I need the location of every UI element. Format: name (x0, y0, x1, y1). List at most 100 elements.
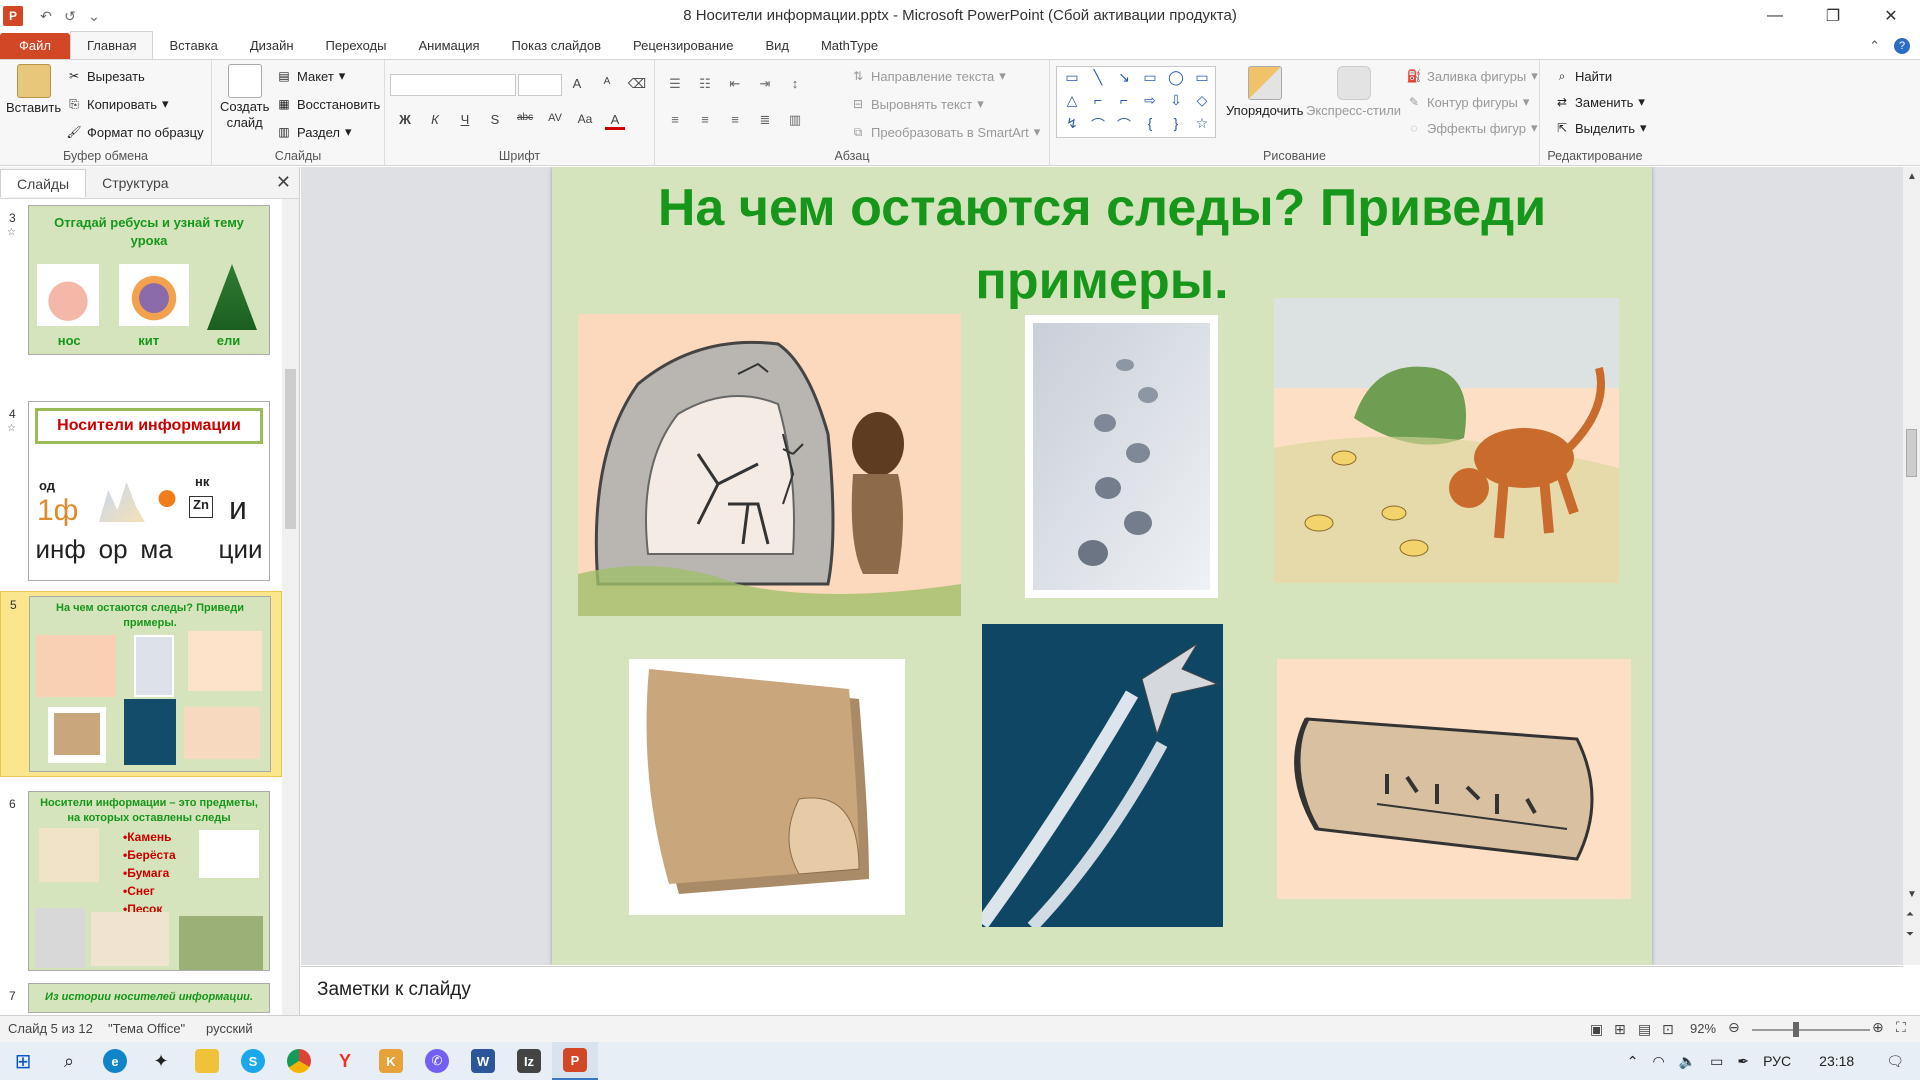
tab-view[interactable]: Вид (749, 33, 805, 59)
font-name-combo[interactable] (390, 74, 516, 96)
strikethrough-button[interactable]: abc (515, 112, 535, 130)
tab-file[interactable]: Файл (0, 33, 70, 59)
scroll-up-icon[interactable]: ▲ (1907, 171, 1917, 182)
shape-rectangle[interactable]: ▭ (1139, 69, 1161, 91)
chrome-icon[interactable] (276, 1042, 322, 1080)
minimize-button[interactable]: — (1746, 0, 1804, 32)
slide-title[interactable]: На чем остаются следы? Приведи примеры. (582, 172, 1622, 318)
align-right-icon[interactable]: ≡ (725, 112, 745, 128)
close-panel-icon[interactable]: ✕ (276, 172, 291, 193)
search-icon[interactable]: ⌕ (46, 1042, 92, 1080)
windows-start-icon[interactable]: ⊞ (0, 1042, 46, 1080)
tab-insert[interactable]: Вставка (153, 33, 233, 59)
calculator-app-icon[interactable]: Iz (506, 1042, 552, 1080)
notifications-icon[interactable]: 🗨 (1886, 1053, 1904, 1070)
slideshow-view-icon[interactable]: ⊡ (1662, 1021, 1674, 1038)
font-color-button[interactable]: A (605, 112, 625, 130)
slide-canvas[interactable]: На чем остаются следы? Приведи примеры. (552, 167, 1652, 965)
customize-qat-icon[interactable]: ⌄ (85, 8, 103, 25)
shape-line[interactable]: ╲ (1087, 69, 1109, 91)
shrink-font-button[interactable]: A (597, 76, 617, 92)
char-spacing-button[interactable]: AV (545, 112, 565, 130)
previous-slide-icon[interactable]: ⏶ (1906, 909, 1914, 920)
shape-right-brace[interactable]: } (1165, 115, 1187, 137)
reading-view-icon[interactable]: ▤ (1638, 1021, 1651, 1038)
paste-button[interactable]: Вставить (6, 64, 61, 115)
notes-pane[interactable]: Заметки к слайду (301, 966, 1903, 1015)
tab-outline[interactable]: Структура (86, 169, 184, 197)
language-indicator[interactable]: русский (206, 1021, 253, 1036)
columns-icon[interactable]: ▥ (785, 112, 805, 128)
powerpoint-taskbar-icon[interactable]: P (552, 1042, 598, 1080)
numbering-icon[interactable]: ☷ (695, 76, 715, 92)
shape-diamond[interactable]: ◇ (1191, 92, 1213, 114)
yandex-browser-icon[interactable]: Y (322, 1042, 368, 1080)
clear-format-icon[interactable]: ⌫ (627, 76, 647, 92)
shadow-button[interactable]: S (485, 112, 505, 130)
shape-curve[interactable]: ⌒ (1113, 115, 1135, 137)
shape-fill-button[interactable]: ⛽ Заливка фигуры ▾ (1406, 68, 1538, 84)
copy-button[interactable]: ⎘ Копировать ▾ (66, 96, 168, 112)
format-painter-button[interactable]: 🖌 Формат по образцу (66, 124, 203, 140)
grow-font-button[interactable]: A (567, 76, 587, 92)
bullets-icon[interactable]: ☰ (665, 76, 685, 92)
volume-icon[interactable]: 🔈 (1679, 1053, 1696, 1070)
tab-review[interactable]: Рецензирование (617, 33, 749, 59)
reset-button[interactable]: ▦ Восстановить (276, 96, 380, 112)
select-button[interactable]: ⇱ Выделить ▾ (1554, 120, 1647, 136)
shape-elbow-arrow[interactable]: ⌐ (1113, 92, 1135, 114)
fit-to-window-icon[interactable]: ⛶ (1896, 1019, 1906, 1036)
line-spacing-icon[interactable]: ↕ (785, 76, 805, 92)
notes-placeholder[interactable]: Заметки к слайду (317, 979, 471, 1001)
new-slide-button[interactable]: Создать слайд (220, 64, 269, 130)
next-slide-icon[interactable]: ⏷ (1906, 929, 1914, 940)
replace-button[interactable]: ⇄ Заменить ▾ (1554, 94, 1645, 110)
word-icon[interactable]: W (460, 1042, 506, 1080)
align-text-button[interactable]: ⊟ Выровнять текст ▾ (850, 96, 984, 112)
keyboard-language[interactable]: РУС (1763, 1053, 1791, 1069)
pen-icon[interactable]: ✒ (1737, 1053, 1749, 1070)
shapes-gallery[interactable]: ▭ ╲ ↘ ▭ ◯ ▭ △ ⌐ ⌐ ⇨ ⇩ ◇ ↯ ⌒ ⌒ { } ☆ (1056, 66, 1216, 138)
zoom-slider-track[interactable] (1752, 1029, 1870, 1031)
tab-transitions[interactable]: Переходы (310, 33, 403, 59)
network-icon[interactable]: ◠ (1653, 1053, 1665, 1070)
section-button[interactable]: ▥ Раздел ▾ (276, 124, 351, 140)
shape-down-arrow[interactable]: ⇩ (1165, 92, 1187, 114)
shape-arc[interactable]: ⌒ (1087, 115, 1109, 137)
layout-button[interactable]: ▤ Макет ▾ (276, 68, 345, 84)
find-button[interactable]: ⌕ Найти (1554, 68, 1612, 84)
battery-icon[interactable]: ▭ (1710, 1053, 1723, 1070)
restore-button[interactable]: ❐ (1804, 0, 1862, 32)
snow-footprints-picture[interactable] (1025, 315, 1218, 598)
minimize-ribbon-icon[interactable]: ⌃ (1869, 38, 1880, 54)
justify-icon[interactable]: ≣ (755, 112, 775, 128)
italic-button[interactable]: К (425, 112, 445, 130)
normal-view-icon[interactable]: ▣ (1590, 1021, 1603, 1038)
clock[interactable]: 23:18 (1819, 1053, 1854, 1069)
dog-tracks-picture[interactable] (1274, 298, 1619, 583)
shape-left-brace[interactable]: { (1139, 115, 1161, 137)
zoom-out-icon[interactable]: ⊖ (1728, 1019, 1740, 1036)
shape-elbow[interactable]: ⌐ (1087, 92, 1109, 114)
help-icon[interactable]: ? (1894, 38, 1910, 54)
underline-button[interactable]: Ч (455, 112, 475, 130)
tab-slides[interactable]: Слайды (0, 168, 87, 197)
powerpoint-logo-icon[interactable]: P (3, 6, 23, 26)
cut-button[interactable]: ✂ Вырезать (66, 68, 145, 84)
file-explorer-icon[interactable] (184, 1042, 230, 1080)
increase-indent-icon[interactable]: ⇥ (755, 76, 775, 92)
app-k-icon[interactable]: K (368, 1042, 414, 1080)
change-case-button[interactable]: Aa (575, 112, 595, 130)
app-icon[interactable]: ✦ (138, 1042, 184, 1080)
tab-mathtype[interactable]: MathType (805, 33, 894, 59)
bold-button[interactable]: Ж (395, 112, 415, 130)
shape-effects-button[interactable]: ◌ Эффекты фигур ▾ (1406, 120, 1537, 136)
shape-lightning[interactable]: ↯ (1061, 115, 1083, 137)
quick-styles-button[interactable]: Экспресс-стили (1306, 66, 1401, 118)
scroll-down-icon[interactable]: ▼ (1907, 889, 1917, 900)
zoom-level[interactable]: 92% (1690, 1021, 1716, 1036)
slide-sorter-icon[interactable]: ⊞ (1614, 1021, 1626, 1038)
font-size-combo[interactable] (518, 74, 562, 96)
close-button[interactable]: ✕ (1862, 0, 1920, 32)
redo-icon[interactable]: ↺ (61, 8, 79, 25)
